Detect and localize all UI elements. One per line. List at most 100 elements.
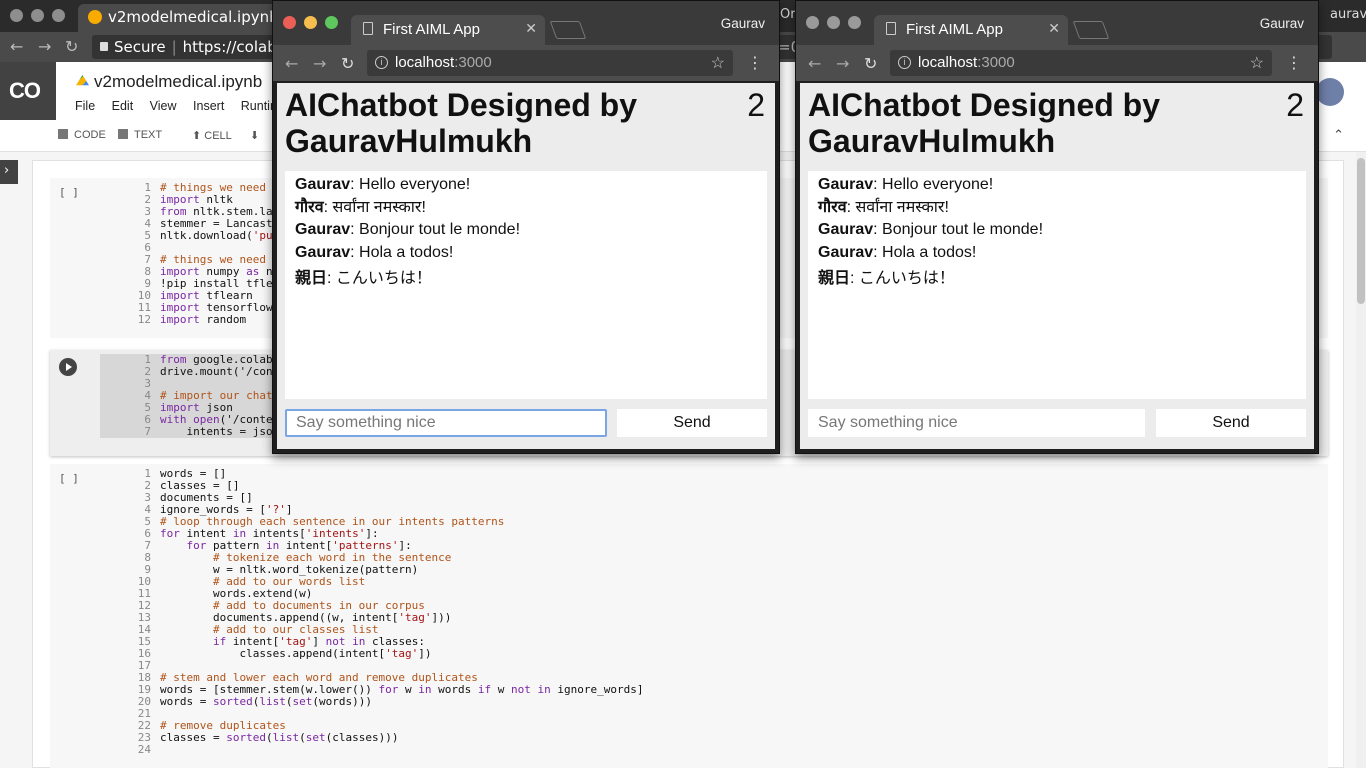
message-item: गौरव: सर्वांना नमस्कार! <box>818 198 949 216</box>
address-bar[interactable]: i localhost:3000 ☆ <box>890 50 1272 76</box>
close-window-icon[interactable] <box>10 9 23 22</box>
user-counter: 2 <box>747 87 765 123</box>
page-icon <box>886 22 896 35</box>
close-tab-icon[interactable]: ✕ <box>1048 20 1060 37</box>
add-code-button[interactable]: CODE <box>58 129 106 141</box>
tab-title: First AIML App <box>906 21 1003 38</box>
url-host: localhost <box>918 54 978 71</box>
chat-window-urlbar: ← → ↻ i localhost:3000 ☆ ⋮ <box>273 45 779 81</box>
secure-label: Secure <box>114 38 166 56</box>
forward-arrow-icon[interactable]: → <box>38 37 51 56</box>
code-line[interactable]: 16 classes.append(intent['tag']) <box>100 648 644 660</box>
move-cell-up-button[interactable]: ⬆ CELL <box>192 129 232 142</box>
menu-insert[interactable]: Insert <box>193 99 224 113</box>
bookmark-star-icon[interactable]: ☆ <box>711 53 725 73</box>
profile-label[interactable]: Gaurav <box>721 16 765 31</box>
close-tab-icon[interactable]: ✕ <box>525 20 537 37</box>
arrow-up-icon: ⬆ <box>192 130 205 142</box>
url-port: :3000 <box>977 54 1015 71</box>
send-button[interactable]: Send <box>1156 409 1306 437</box>
address-bar[interactable]: i localhost:3000 ☆ <box>367 50 733 76</box>
clipped-tab-text: Or <box>780 7 796 22</box>
cell-run-bracket[interactable]: [ ] <box>59 472 79 485</box>
message-item: 親日: こんいちは！ <box>818 270 955 287</box>
chat-app-page: AIChatbot Designed by GauravHulmukh 2 Ga… <box>800 83 1314 449</box>
cell-run-bracket[interactable]: [ ] <box>59 186 79 199</box>
minimize-window-icon[interactable] <box>304 16 317 29</box>
info-icon: i <box>375 56 388 69</box>
lock-icon <box>100 42 108 51</box>
bookmark-star-icon[interactable]: ☆ <box>1250 53 1264 73</box>
menu-bar: File Edit View Insert Runtime <box>75 99 300 113</box>
more-menu-icon[interactable]: ⋮ <box>747 53 763 72</box>
reload-icon[interactable]: ↻ <box>341 54 354 73</box>
back-arrow-icon[interactable]: ← <box>285 54 298 73</box>
colab-logo[interactable]: CO <box>0 62 56 120</box>
tab-first-aiml-app[interactable]: First AIML App ✕ <box>351 15 545 45</box>
chat-window-right: First AIML App ✕ Gaurav ← → ↻ i localhos… <box>795 0 1319 454</box>
menu-edit[interactable]: Edit <box>112 99 134 113</box>
message-item: Gaurav: Bonjour tout le monde! <box>818 221 1044 238</box>
minimize-window-icon[interactable] <box>31 9 44 22</box>
tab-first-aiml-app[interactable]: First AIML App ✕ <box>874 15 1068 45</box>
chat-window-tabbar: First AIML App ✕ Gaurav <box>273 1 779 45</box>
chevron-up-icon[interactable]: ⌃ <box>1333 128 1344 143</box>
message-item: Gaurav: Hola a todos! <box>818 243 977 261</box>
code-line[interactable]: 20 words = sorted(list(set(words))) <box>100 696 644 708</box>
message-item: Gaurav: Hello everyone! <box>818 176 994 193</box>
maximize-window-icon[interactable] <box>52 9 65 22</box>
plus-icon <box>58 129 68 139</box>
notebook-title[interactable]: v2modelmedical.ipynb <box>94 72 262 92</box>
menu-view[interactable]: View <box>150 99 177 113</box>
new-tab-button[interactable] <box>1072 21 1110 39</box>
code-line[interactable]: 24 <box>100 744 644 756</box>
message-item: Gaurav: Hola a todos! <box>295 243 454 261</box>
move-cell-down-button[interactable]: ⬇ <box>250 129 259 142</box>
page-icon <box>363 22 373 35</box>
close-window-icon[interactable] <box>283 16 296 29</box>
colab-favicon-icon <box>88 10 102 24</box>
avatar[interactable] <box>1316 78 1344 106</box>
chat-window-urlbar: ← → ↻ i localhost:3000 ☆ ⋮ <box>796 45 1318 81</box>
minimize-window-icon[interactable] <box>827 16 840 29</box>
message-item: Gaurav: Hello everyone! <box>295 176 471 193</box>
chat-window-left: First AIML App ✕ Gaurav ← → ↻ i localhos… <box>272 0 780 454</box>
tab-title: v2modelmedical.ipynb <box>108 8 278 26</box>
message-input[interactable] <box>285 409 607 437</box>
run-cell-button[interactable] <box>59 358 77 376</box>
reload-icon[interactable]: ↻ <box>864 54 877 73</box>
page-title: AIChatbot Designed by GauravHulmukh <box>808 87 1161 159</box>
forward-arrow-icon[interactable]: → <box>836 54 849 73</box>
code-editor[interactable]: 1 words = [] 2 classes = [] 3 documents = [] 4… <box>100 468 644 756</box>
chat-window-tabbar: First AIML App ✕ Gaurav <box>796 1 1318 45</box>
scrollbar-thumb[interactable] <box>1357 158 1365 304</box>
url-port: :3000 <box>454 54 492 71</box>
url-host: localhost <box>395 54 455 71</box>
add-text-button[interactable]: TEXT <box>118 129 162 141</box>
tab-colab-notebook[interactable]: v2modelmedical.ipynb <box>78 4 278 32</box>
expand-sidebar-button[interactable]: › <box>0 160 18 184</box>
forward-arrow-icon[interactable]: → <box>313 54 326 73</box>
message-input[interactable] <box>808 409 1145 437</box>
message-item: 親日: こんいちは！ <box>295 270 432 287</box>
more-menu-icon[interactable]: ⋮ <box>1286 53 1302 72</box>
clipped-user-label: aurav <box>1330 7 1366 22</box>
message-item: Gaurav: Bonjour tout le monde! <box>295 221 521 238</box>
maximize-window-icon[interactable] <box>325 16 338 29</box>
profile-label[interactable]: Gaurav <box>1260 16 1304 31</box>
new-tab-button[interactable] <box>549 21 587 39</box>
reload-icon[interactable]: ↻ <box>65 37 78 56</box>
chat-app-page: AIChatbot Designed by GauravHulmukh 2 Ga… <box>277 83 775 449</box>
back-arrow-icon[interactable]: ← <box>808 54 821 73</box>
code-cell[interactable]: [ ] 1 words = [] 2 classes = [] 3 documents =… <box>50 464 1328 768</box>
close-window-icon[interactable] <box>806 16 819 29</box>
arrow-down-icon: ⬇ <box>250 130 260 142</box>
code-line[interactable]: 23 classes = sorted(list(set(classes))) <box>100 732 644 744</box>
menu-file[interactable]: File <box>75 99 95 113</box>
user-counter: 2 <box>1286 87 1304 123</box>
send-button[interactable]: Send <box>617 409 767 437</box>
maximize-window-icon[interactable] <box>848 16 861 29</box>
back-arrow-icon[interactable]: ← <box>10 37 23 56</box>
page-title: AIChatbot Designed by GauravHulmukh <box>285 87 638 159</box>
plus-icon <box>118 129 128 139</box>
